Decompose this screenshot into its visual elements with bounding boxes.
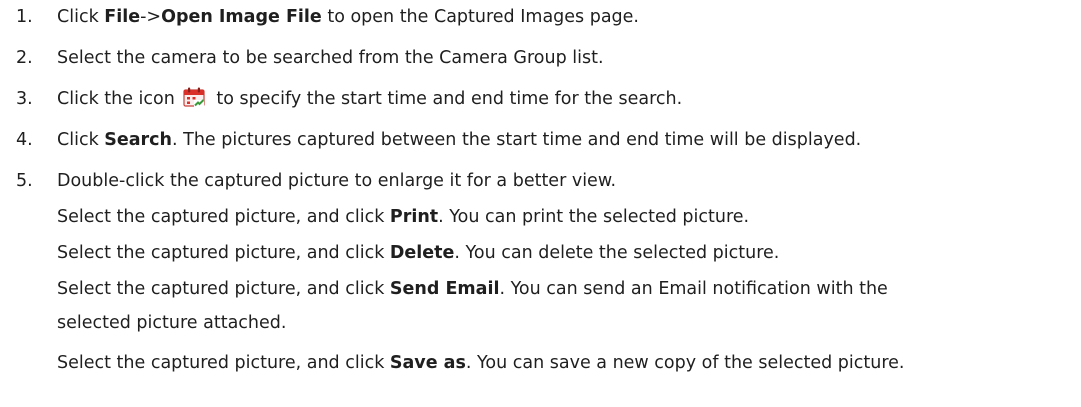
subitem-text: selected picture attached. bbox=[57, 313, 287, 333]
search-label: Search bbox=[104, 130, 173, 150]
subitem-text: Select the captured picture, and click S… bbox=[57, 353, 905, 373]
menu-file: File bbox=[104, 7, 141, 27]
subitem-text: Select the captured picture, and click D… bbox=[57, 243, 780, 263]
print-label: Print bbox=[389, 207, 439, 227]
save-as-label: Save as bbox=[389, 353, 466, 373]
send-email-label: Send Email bbox=[389, 279, 500, 299]
step-text: Double-click the captured picture to enl… bbox=[57, 171, 617, 191]
step-text: Click Search. The pictures captured betw… bbox=[57, 130, 862, 150]
step-number: 3. bbox=[16, 89, 33, 109]
calendar-icon bbox=[183, 87, 205, 107]
step-number: 5. bbox=[16, 171, 33, 191]
step-number: 2. bbox=[16, 48, 33, 68]
step-number: 4. bbox=[16, 130, 33, 150]
subitem-text: Select the captured picture, and click S… bbox=[57, 279, 888, 299]
step-text: Click the icon to specify the start time… bbox=[57, 87, 683, 109]
delete-label: Delete bbox=[389, 243, 455, 263]
step-text: Select the camera to be searched from th… bbox=[57, 48, 604, 68]
menu-open-image-file: Open Image File bbox=[161, 7, 322, 27]
subitem-text: Select the captured picture, and click P… bbox=[57, 207, 750, 227]
step-text: Click File->Open Image File to open the … bbox=[57, 7, 639, 27]
step-number: 1. bbox=[16, 7, 33, 27]
